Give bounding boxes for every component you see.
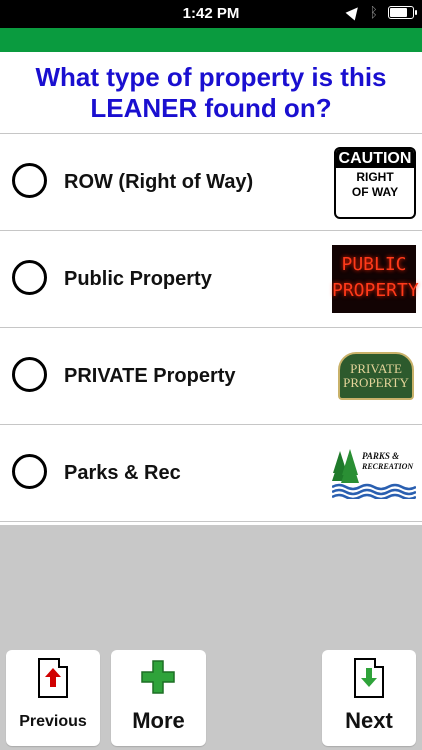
location-arrow-icon [345,3,363,21]
sign-caption: CAUTION [336,149,414,168]
option-row[interactable]: PRIVATE Property PRIVATE PROPERTY [0,327,422,424]
battery-icon [388,5,417,19]
previous-button[interactable]: Previous [6,650,100,746]
logo-line-1: PARKS & [362,451,400,461]
next-label: Next [345,708,393,733]
bluetooth-icon: ᛒ [369,4,378,20]
red-arrow-glyph [45,668,61,687]
option-label: PRIVATE Property [64,364,236,387]
more-button[interactable]: More [111,650,206,746]
more-label: More [132,708,185,733]
option-label: ROW (Right of Way) [64,170,254,193]
radio-button[interactable] [12,163,47,198]
radio-button[interactable] [12,260,47,295]
private-property-plaque-image: PRIVATE PROPERTY [338,352,414,400]
green-arrow-glyph [361,668,377,687]
next-button[interactable]: Next [322,650,416,746]
option-row[interactable]: Public Property PUBLIC PROPERTY [0,230,422,327]
radio-button[interactable] [12,454,47,489]
battery-fill [390,7,407,17]
plaque-line-2: PROPERTY [343,375,409,390]
document-down-arrow-icon [354,658,384,698]
right-of-way-sign-image: CAUTION RIGHT OF WAY [334,147,416,219]
status-icons: ᛒ [345,3,417,21]
sign-text: RIGHT OF WAY [351,170,399,199]
option-row[interactable]: ROW (Right of Way) CAUTION RIGHT OF WAY [0,133,422,230]
plaque-line-1: PRIVATE [350,361,402,376]
radio-button[interactable] [12,357,47,392]
question-title: What type of property is this LEANER fou… [35,62,387,123]
status-bar: 1:42 PM ᛒ [0,0,422,28]
plus-icon [141,660,175,694]
option-label: Parks & Rec [64,461,181,484]
option-label: Public Property [64,267,212,290]
neon-line-2: PROPERTY [332,280,419,301]
header-bar [0,28,422,52]
option-row[interactable]: Parks & Rec PARKS & RECREATION [0,424,422,522]
answer-list: ROW (Right of Way) CAUTION RIGHT OF WAY … [0,133,422,522]
public-property-neon-image: PUBLIC PROPERTY [332,245,419,313]
parks-recreation-logo-image: PARKS & RECREATION [331,447,417,501]
logo-line-2: RECREATION [362,462,414,471]
document-up-arrow-icon [38,658,68,698]
previous-label: Previous [19,713,87,730]
neon-line-1: PUBLIC [341,254,407,275]
